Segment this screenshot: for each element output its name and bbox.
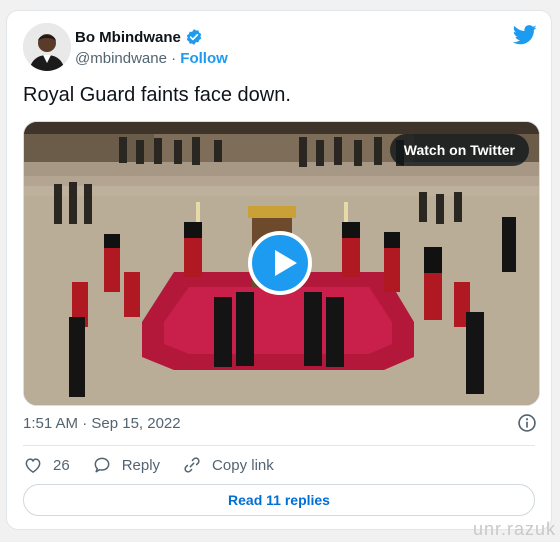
info-icon[interactable] (517, 413, 537, 433)
watermark: unr.razuk (472, 519, 556, 539)
play-icon[interactable] (248, 231, 312, 295)
video-media[interactable]: Watch on Twitter (23, 121, 540, 406)
action-bar: 26 Reply Copy link (23, 455, 296, 475)
like-button[interactable]: 26 (23, 455, 70, 475)
follow-button[interactable]: Follow (180, 50, 228, 67)
divider (23, 445, 535, 446)
tweet-timestamp[interactable]: 1:51 AM · Sep 15, 2022 (23, 415, 181, 432)
tweet-card: Bo Mbindwane @mbindwane · Follow Royal G… (6, 10, 552, 530)
speech-bubble-icon (94, 457, 110, 473)
author-name-row[interactable]: Bo Mbindwane (75, 28, 203, 46)
author-name[interactable]: Bo Mbindwane (75, 29, 181, 46)
copy-link-button[interactable]: Copy link (182, 455, 274, 475)
copy-link-label: Copy link (212, 456, 274, 474)
reply-button[interactable]: Reply (92, 455, 160, 475)
read-replies-button[interactable]: Read 11 replies (23, 484, 535, 516)
handle-row: @mbindwane · Follow (75, 50, 228, 67)
handle-separator: · (166, 50, 181, 67)
verified-badge-icon (186, 29, 202, 45)
link-icon (184, 457, 200, 473)
reply-label: Reply (121, 456, 161, 474)
avatar[interactable] (23, 23, 71, 71)
author-handle[interactable]: @mbindwane (75, 50, 167, 67)
watch-on-twitter-button[interactable]: Watch on Twitter (389, 134, 529, 166)
heart-icon (25, 458, 41, 473)
twitter-bird-icon[interactable] (513, 25, 537, 45)
tweet-text: Royal Guard faints face down. (23, 84, 291, 106)
like-count: 26 (53, 456, 70, 474)
